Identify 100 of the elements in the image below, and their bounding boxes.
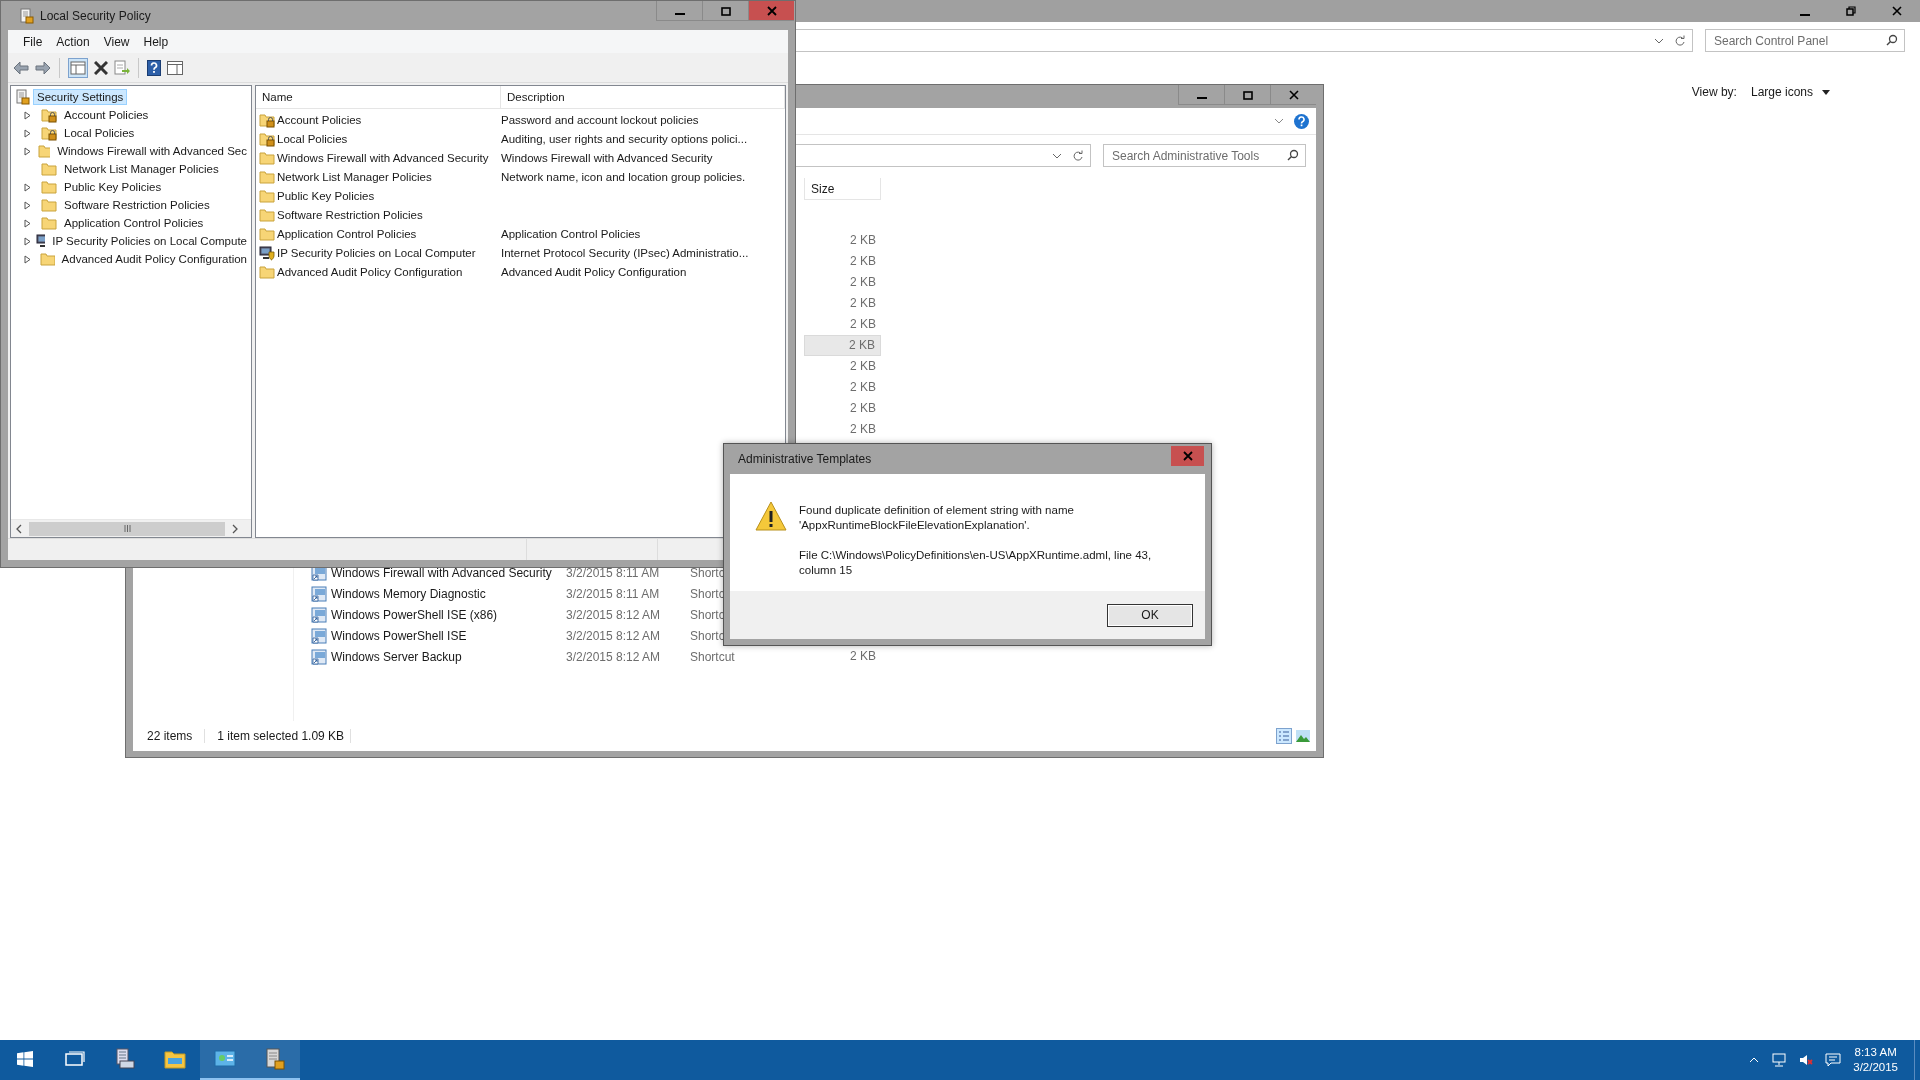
expand-ribbon-icon[interactable] bbox=[1274, 116, 1284, 126]
tree-item[interactable]: Application Control Policies bbox=[60, 215, 208, 231]
maximize-icon bbox=[720, 5, 731, 16]
server-manager-icon bbox=[114, 1048, 136, 1070]
minimize-button[interactable] bbox=[1178, 85, 1224, 105]
caret-icon bbox=[1822, 89, 1830, 95]
tree-item[interactable]: Software Restriction Policies bbox=[60, 197, 214, 213]
file-size[interactable]: 2 KB bbox=[804, 419, 881, 440]
search-icon[interactable] bbox=[1886, 34, 1898, 46]
close-button[interactable] bbox=[1270, 85, 1316, 105]
tree-item[interactable]: Windows Firewall with Advanced Sec bbox=[53, 143, 251, 159]
file-name[interactable]: Windows PowerShell ISE bbox=[331, 628, 467, 643]
back-arrow-icon[interactable] bbox=[13, 60, 29, 75]
file-size[interactable]: 2 KB bbox=[804, 335, 881, 356]
file-size[interactable]: 2 KB bbox=[804, 251, 881, 272]
scrollbar-thumb[interactable] bbox=[29, 521, 225, 536]
policy-description: Application Control Policies bbox=[501, 227, 642, 240]
close-button[interactable] bbox=[748, 1, 794, 21]
menu-item[interactable]: Action bbox=[49, 31, 97, 52]
expand-arrow-icon[interactable] bbox=[24, 110, 31, 120]
policy-description: Password and account lockout policies bbox=[501, 113, 700, 126]
file-size[interactable]: 2 KB bbox=[804, 314, 881, 335]
forward-arrow-icon[interactable] bbox=[35, 60, 51, 75]
policy-name[interactable]: Public Key Policies bbox=[277, 189, 375, 202]
tree-item[interactable]: Local Policies bbox=[60, 125, 139, 141]
taskbar-button[interactable] bbox=[200, 1040, 250, 1080]
horizontal-scrollbar[interactable] bbox=[11, 519, 251, 537]
folder-icon bbox=[259, 168, 275, 185]
network-icon[interactable] bbox=[1771, 1053, 1788, 1067]
clock[interactable]: 8:13 AM 3/2/2015 bbox=[1853, 1045, 1898, 1075]
file-size[interactable]: 2 KB bbox=[804, 293, 881, 314]
file-date: 3/2/2015 8:12 AM bbox=[566, 607, 662, 622]
minimize-button[interactable] bbox=[656, 1, 702, 21]
tree-item[interactable]: Security Settings bbox=[33, 89, 128, 105]
close-button[interactable] bbox=[1171, 446, 1204, 466]
shortcut-icon bbox=[311, 648, 327, 665]
refresh-icon[interactable] bbox=[1674, 34, 1686, 47]
policy-name[interactable]: Software Restriction Policies bbox=[277, 208, 423, 221]
folder-icon bbox=[259, 263, 275, 280]
policy-name[interactable]: IP Security Policies on Local Computer bbox=[277, 246, 476, 259]
file-size[interactable]: 2 KB bbox=[804, 356, 881, 377]
help-icon[interactable] bbox=[1294, 113, 1309, 129]
speaker-muted-icon[interactable] bbox=[1799, 1053, 1814, 1067]
file-name[interactable]: Windows Firewall with Advanced Security bbox=[331, 565, 552, 580]
tree-item[interactable]: Network List Manager Policies bbox=[60, 161, 223, 177]
policy-description: Internet Protocol Security (IPsec) Administratio... bbox=[501, 246, 750, 259]
policy-name[interactable]: Advanced Audit Policy Configuration bbox=[277, 265, 463, 278]
expand-arrow-icon[interactable] bbox=[24, 146, 31, 156]
shortcut-icon bbox=[311, 585, 327, 602]
menu-item[interactable]: Help bbox=[136, 31, 176, 52]
search-icon[interactable] bbox=[1287, 149, 1299, 161]
file-name[interactable]: Windows PowerShell ISE (x86) bbox=[331, 607, 498, 622]
expand-arrow-icon[interactable] bbox=[24, 182, 31, 192]
expand-arrow-icon[interactable] bbox=[24, 254, 31, 264]
view-dropdown[interactable]: Large icons bbox=[1750, 85, 1830, 99]
tree-item[interactable]: Account Policies bbox=[60, 107, 153, 123]
expand-arrow-icon[interactable] bbox=[24, 218, 31, 228]
file-name[interactable]: Windows Server Backup bbox=[331, 649, 462, 664]
computer-shield-icon bbox=[259, 244, 275, 261]
console-tree-icon[interactable] bbox=[68, 57, 88, 78]
scroll-left-icon[interactable] bbox=[15, 523, 23, 534]
close-icon bbox=[1892, 6, 1902, 16]
file-size[interactable]: 2 KB bbox=[804, 272, 881, 293]
selection-info: 1 item selected 1.09 KB bbox=[205, 729, 352, 743]
tree-item[interactable]: Public Key Policies bbox=[60, 179, 166, 195]
scroll-right-icon[interactable] bbox=[231, 523, 239, 534]
policy-name[interactable]: Windows Firewall with Advanced Security bbox=[277, 151, 489, 164]
policy-name[interactable]: Local Policies bbox=[277, 132, 348, 145]
ok-button[interactable]: OK bbox=[1107, 603, 1193, 627]
menu-item[interactable]: View bbox=[96, 31, 137, 52]
delete-icon[interactable] bbox=[94, 60, 108, 75]
search-field[interactable]: Search Administrative Tools bbox=[1103, 144, 1306, 167]
maximize-button[interactable] bbox=[1224, 85, 1270, 105]
tree-item[interactable]: Advanced Audit Policy Configuration bbox=[57, 251, 251, 267]
expand-arrow-icon[interactable] bbox=[24, 128, 31, 138]
column-header[interactable]: Size bbox=[804, 178, 881, 200]
policy-name[interactable]: Application Control Policies bbox=[277, 227, 417, 240]
column-header[interactable]: Description bbox=[501, 86, 785, 108]
tree-item[interactable]: IP Security Policies on Local Compute bbox=[48, 233, 251, 249]
file-size[interactable]: 2 KB bbox=[804, 398, 881, 419]
help-icon[interactable] bbox=[147, 59, 161, 76]
menu-item[interactable]: File bbox=[16, 31, 50, 52]
large-icons-view-icon[interactable] bbox=[1296, 730, 1310, 742]
locked-folder-icon bbox=[259, 130, 275, 147]
file-name[interactable]: Windows Memory Diagnostic bbox=[331, 586, 486, 601]
expand-arrow-icon[interactable] bbox=[24, 200, 31, 210]
shortcut-icon bbox=[311, 606, 327, 623]
search-field[interactable]: Search Control Panel bbox=[1705, 29, 1905, 52]
show-hidden-icons-icon[interactable] bbox=[1749, 1057, 1760, 1063]
shortcut-icon bbox=[311, 627, 327, 644]
taskbar-button[interactable] bbox=[250, 1040, 300, 1080]
file-size[interactable]: 2 KB bbox=[804, 377, 881, 398]
file-size[interactable]: 2 KB bbox=[804, 230, 881, 251]
notifications-icon[interactable] bbox=[1825, 1053, 1842, 1067]
action-pane-icon[interactable] bbox=[167, 60, 183, 75]
expand-arrow-icon[interactable] bbox=[24, 236, 31, 246]
refresh-icon[interactable] bbox=[1072, 149, 1084, 162]
policy-name[interactable]: Account Policies bbox=[277, 113, 362, 126]
column-header[interactable]: Name bbox=[256, 86, 501, 108]
policy-name[interactable]: Network List Manager Policies bbox=[277, 170, 432, 183]
